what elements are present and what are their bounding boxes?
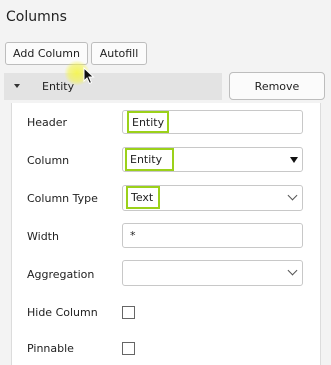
width-field-label: Width xyxy=(27,230,59,243)
section-title: Columns xyxy=(6,9,67,25)
column-type-value: Text xyxy=(126,186,160,209)
hide-column-field-label: Hide Column xyxy=(27,306,98,319)
pinnable-field-label: Pinnable xyxy=(27,342,74,355)
pinnable-checkbox[interactable] xyxy=(122,342,135,355)
header-value: Entity xyxy=(127,111,170,133)
aggregation-select[interactable] xyxy=(122,260,303,286)
column-item-header[interactable] xyxy=(4,73,222,100)
remove-button[interactable]: Remove xyxy=(229,72,325,100)
add-column-label: Add Column xyxy=(13,47,80,60)
column-type-field-label: Column Type xyxy=(27,192,98,205)
column-field-label: Column xyxy=(27,154,70,167)
hide-column-checkbox[interactable] xyxy=(122,306,135,319)
width-value: * xyxy=(130,229,136,242)
dropdown-arrow-icon[interactable] xyxy=(290,157,298,163)
mouse-pointer-icon xyxy=(83,67,95,85)
header-field-label: Header xyxy=(27,116,68,129)
autofill-label: Autofill xyxy=(99,47,139,60)
expand-caret-icon[interactable] xyxy=(14,84,20,88)
column-value: Entity xyxy=(125,148,174,171)
width-input[interactable] xyxy=(122,223,303,248)
remove-label: Remove xyxy=(254,79,300,93)
autofill-button[interactable]: Autofill xyxy=(91,42,147,65)
aggregation-field-label: Aggregation xyxy=(27,268,95,281)
